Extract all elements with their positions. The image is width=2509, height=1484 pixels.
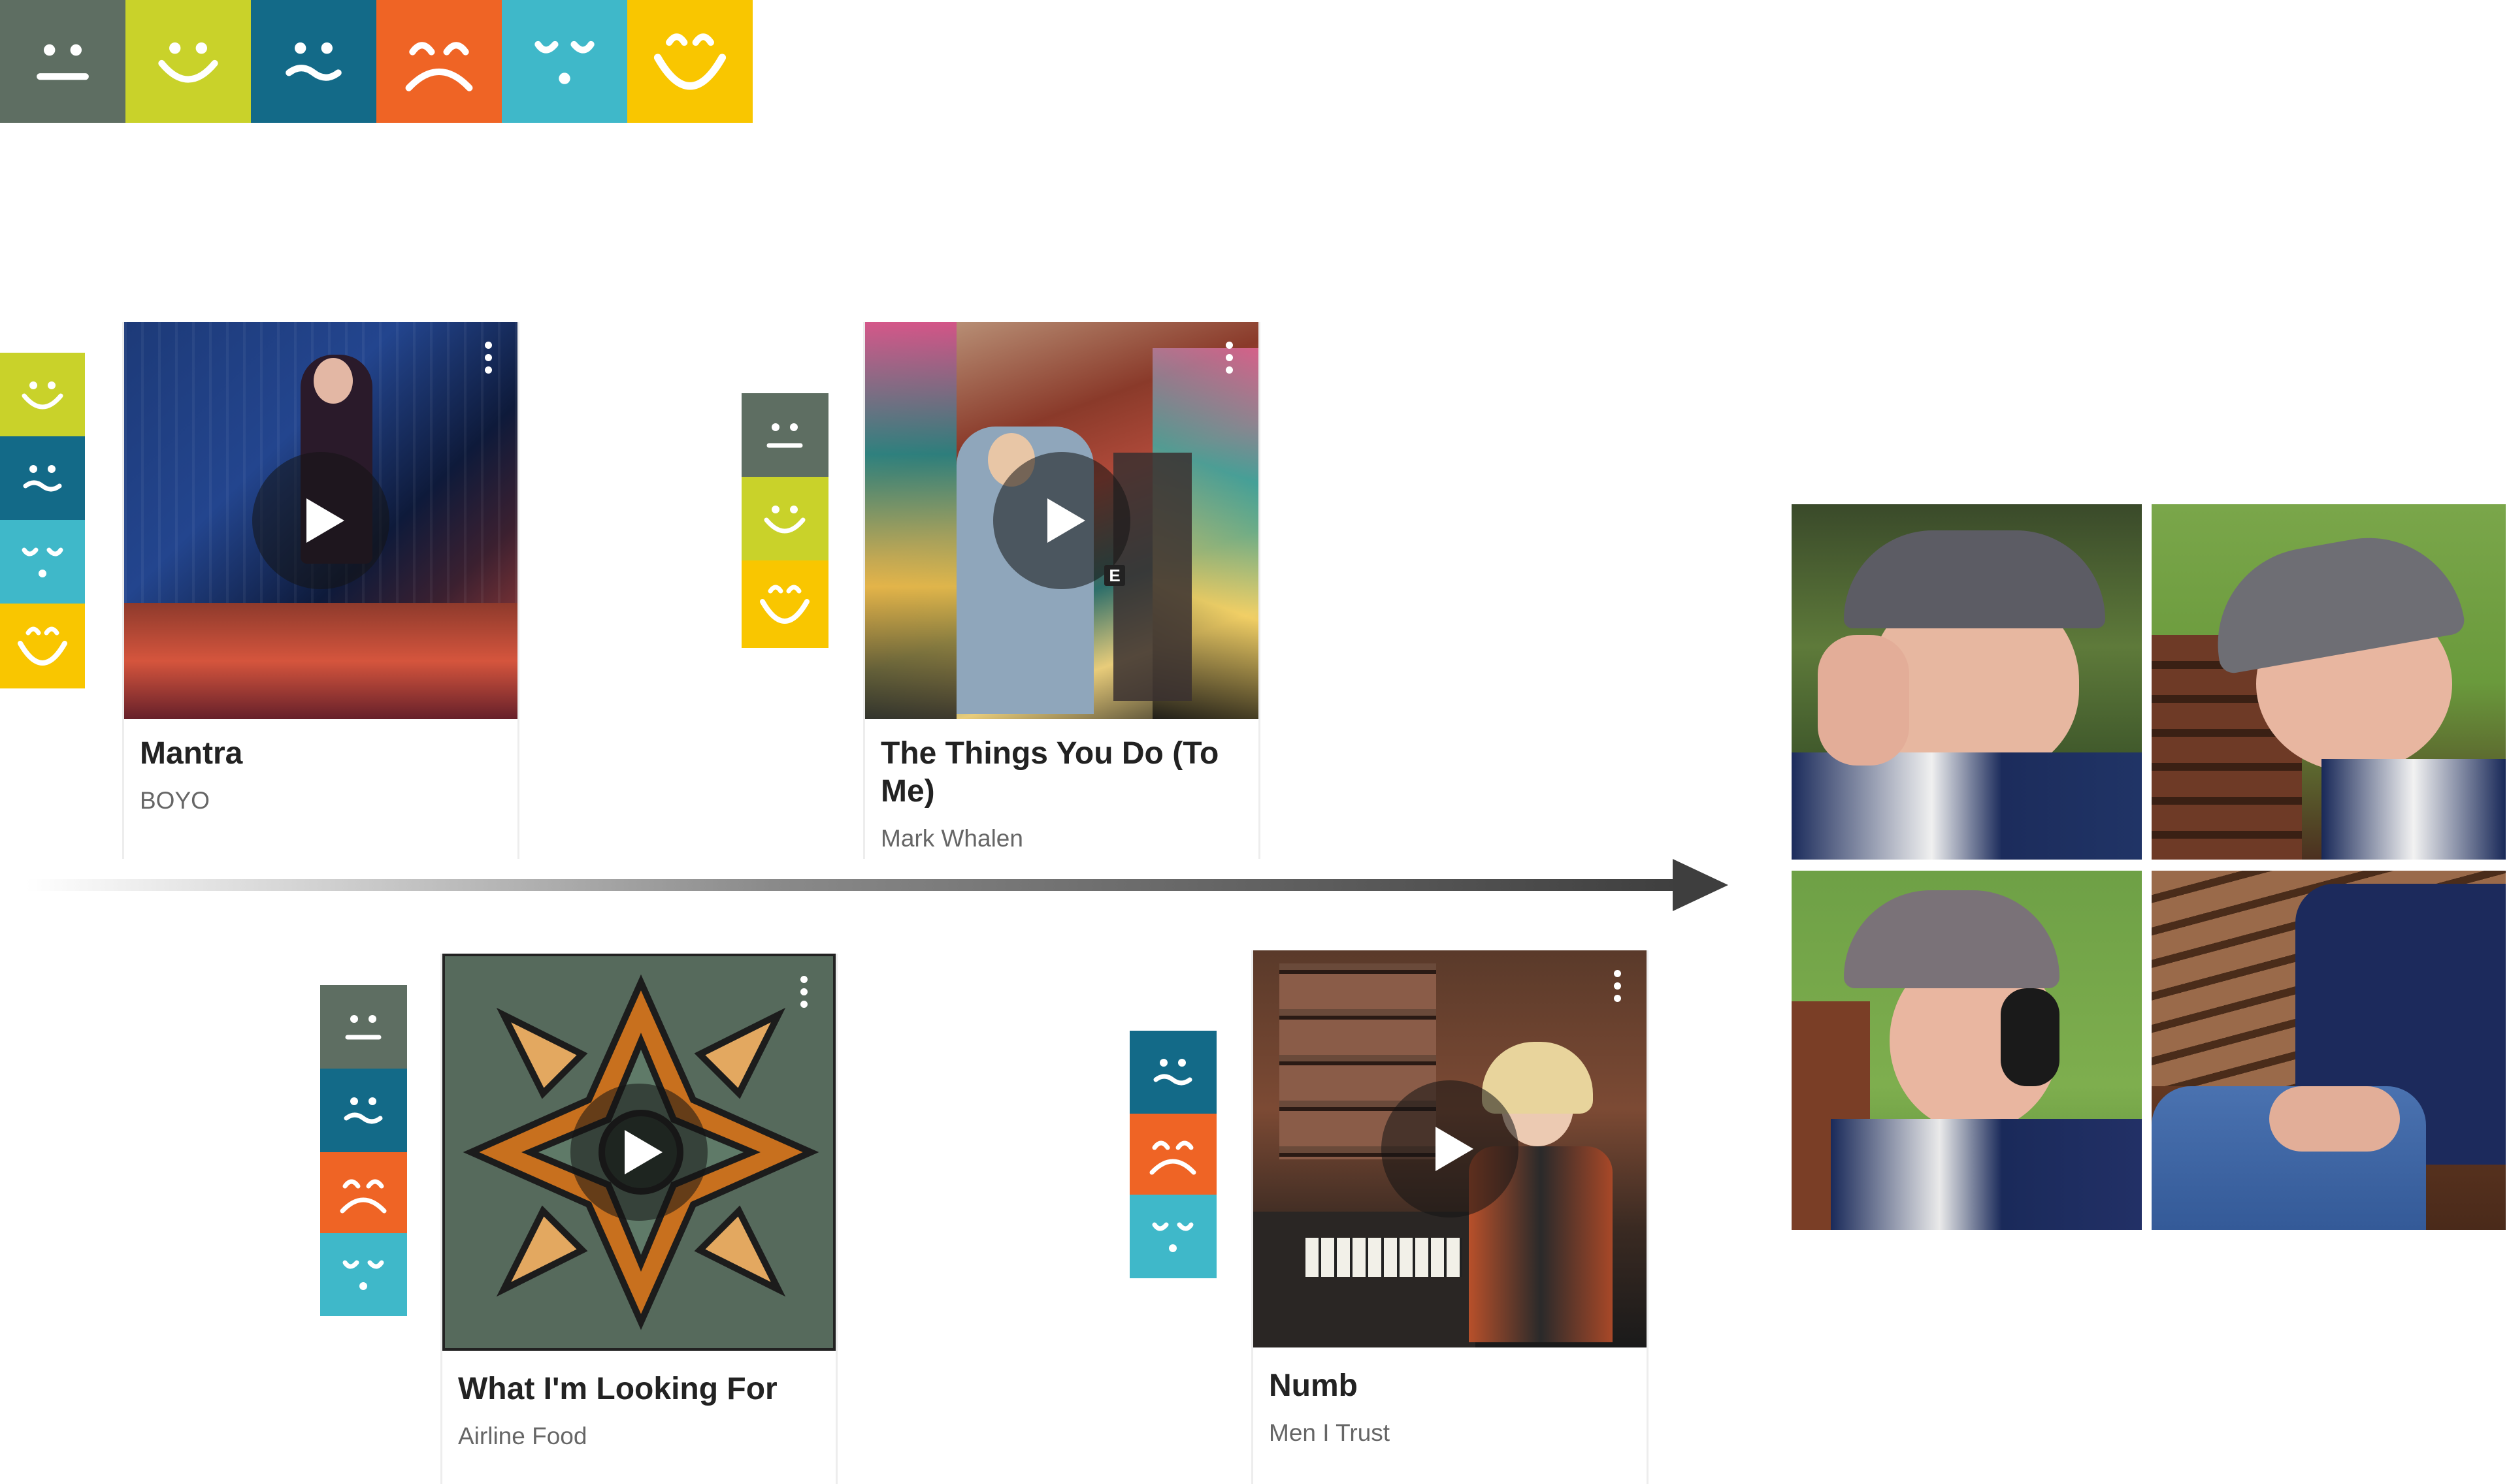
sad-face-icon bbox=[320, 1069, 407, 1152]
sleepy-face-icon bbox=[320, 1233, 407, 1316]
song-artist[interactable]: Mark Whalen bbox=[881, 825, 1023, 852]
legend-sad-tile bbox=[251, 0, 376, 123]
song-card[interactable]: E The Things You Do (To Me) Mark Whalen bbox=[863, 322, 1260, 859]
mood-tag-angry[interactable] bbox=[320, 1152, 407, 1233]
play-icon bbox=[1435, 1127, 1473, 1171]
neutral-face-icon bbox=[0, 0, 125, 123]
big-smile-face-icon bbox=[627, 0, 753, 123]
mood-tag-sad[interactable] bbox=[1130, 1031, 1217, 1114]
more-options-icon[interactable] bbox=[484, 342, 493, 379]
smile-face-icon bbox=[0, 353, 85, 436]
song-artist[interactable]: BOYO bbox=[140, 787, 210, 815]
frown-face-icon bbox=[1130, 1114, 1217, 1195]
frown-face-icon bbox=[376, 0, 502, 123]
legend-joyful-tile bbox=[627, 0, 753, 123]
mood-tag-neutral[interactable] bbox=[320, 985, 407, 1069]
play-button[interactable] bbox=[252, 452, 389, 589]
song-card[interactable]: What I'm Looking For Airline Food bbox=[440, 954, 838, 1484]
mood-tag-calm[interactable] bbox=[1130, 1195, 1217, 1278]
mood-tag-neutral[interactable] bbox=[742, 393, 828, 477]
timeline-arrow-icon bbox=[26, 859, 1728, 911]
listener-photo-3 bbox=[1792, 871, 2142, 1230]
big-smile-face-icon bbox=[0, 604, 85, 688]
smile-face-icon bbox=[125, 0, 251, 123]
song-card[interactable]: Mantra BOYO bbox=[122, 322, 519, 859]
mood-tag-angry[interactable] bbox=[1130, 1114, 1217, 1195]
sad-face-icon bbox=[1130, 1031, 1217, 1114]
listener-photo-4 bbox=[2152, 871, 2506, 1230]
neutral-face-icon bbox=[320, 985, 407, 1069]
song-title[interactable]: Mantra bbox=[140, 735, 242, 773]
more-options-icon[interactable] bbox=[1224, 342, 1234, 379]
mood-tag-joyful[interactable] bbox=[742, 560, 828, 648]
neutral-face-icon bbox=[742, 393, 828, 477]
play-button[interactable] bbox=[1381, 1080, 1518, 1218]
mood-tag-joyful[interactable] bbox=[0, 604, 85, 688]
sleepy-face-icon bbox=[0, 520, 85, 604]
legend-calm-tile bbox=[502, 0, 627, 123]
legend-angry-tile bbox=[376, 0, 502, 123]
song-title[interactable]: The Things You Do (To Me) bbox=[881, 735, 1234, 811]
legend-happy-tile bbox=[125, 0, 251, 123]
play-icon bbox=[306, 498, 344, 543]
listener-photo-2 bbox=[2152, 504, 2506, 860]
sleepy-face-icon bbox=[502, 0, 627, 123]
listener-photo-1 bbox=[1792, 504, 2142, 860]
mood-tag-happy[interactable] bbox=[742, 477, 828, 560]
more-options-icon[interactable] bbox=[1613, 970, 1622, 1007]
big-smile-face-icon bbox=[742, 560, 828, 648]
play-icon bbox=[625, 1130, 663, 1174]
mood-tag-calm[interactable] bbox=[320, 1233, 407, 1316]
song-title[interactable]: Numb bbox=[1269, 1367, 1358, 1405]
more-options-icon[interactable] bbox=[799, 976, 808, 1013]
song-title[interactable]: What I'm Looking For bbox=[458, 1370, 778, 1408]
mood-tag-sad[interactable] bbox=[0, 436, 85, 520]
mood-tag-calm[interactable] bbox=[0, 520, 85, 604]
song-card[interactable]: Numb Men I Trust bbox=[1251, 950, 1648, 1484]
song-artist[interactable]: Men I Trust bbox=[1269, 1419, 1390, 1447]
mood-tag-sad[interactable] bbox=[320, 1069, 407, 1152]
song-artist[interactable]: Airline Food bbox=[458, 1423, 587, 1450]
sad-face-icon bbox=[0, 436, 85, 520]
album-art bbox=[442, 954, 836, 1351]
mood-tag-happy[interactable] bbox=[0, 353, 85, 436]
frown-face-icon bbox=[320, 1152, 407, 1233]
album-art: E bbox=[865, 322, 1258, 719]
sleepy-face-icon bbox=[1130, 1195, 1217, 1278]
album-art bbox=[124, 322, 517, 719]
legend-neutral-tile bbox=[0, 0, 125, 123]
play-button[interactable] bbox=[570, 1084, 708, 1221]
smile-face-icon bbox=[742, 477, 828, 560]
sad-face-icon bbox=[251, 0, 376, 123]
album-art bbox=[1253, 950, 1647, 1347]
explicit-badge: E bbox=[1104, 565, 1125, 586]
